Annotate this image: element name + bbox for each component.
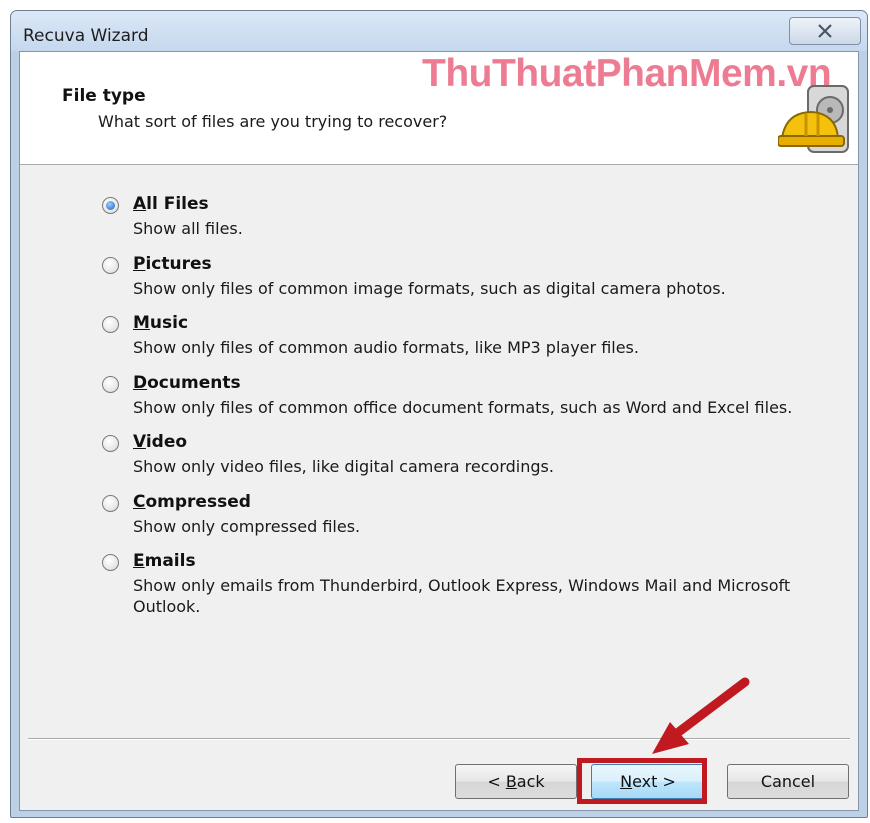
option-description: Show only files of common audio formats,… <box>133 338 639 357</box>
back-button[interactable]: < Back <box>455 764 577 799</box>
back-accel: B <box>505 772 517 791</box>
cancel-button[interactable]: Cancel <box>727 764 849 799</box>
option-label: Compressed <box>133 492 251 512</box>
back-prefix: < <box>487 772 506 791</box>
option-label-rest: ompressed <box>145 492 251 512</box>
option-label-rest: ll Files <box>146 194 209 214</box>
option-label-rest: ideo <box>145 432 188 452</box>
radio-button[interactable] <box>102 495 119 512</box>
title-bar: Recuva Wizard <box>11 11 867 51</box>
option-description: Show only emails from Thunderbird, Outlo… <box>133 576 791 616</box>
option-accel: M <box>133 313 150 333</box>
hard-drive-helmet-icon <box>778 85 849 153</box>
radio-button[interactable] <box>102 376 119 393</box>
option-description: Show only files of common office documen… <box>133 398 793 417</box>
radio-button[interactable] <box>102 554 119 571</box>
back-rest: ack <box>516 772 545 791</box>
radio-button[interactable] <box>102 316 119 333</box>
option-label-rest: ictures <box>145 254 212 274</box>
option-description: Show only compressed files. <box>133 517 361 536</box>
option-accel: A <box>133 194 147 214</box>
option-accel: E <box>133 551 145 571</box>
option-description: Show all files. <box>133 219 243 238</box>
radio-button[interactable] <box>102 435 119 452</box>
option-label: Documents <box>133 373 241 393</box>
cancel-label: Cancel <box>760 772 816 791</box>
option-accel: P <box>133 254 146 274</box>
page-subtitle: What sort of files are you trying to rec… <box>98 112 448 131</box>
wizard-header: ThuThuatPhanMem.vn File type What sort o… <box>20 52 858 165</box>
option-accel: D <box>133 373 148 393</box>
option-description: Show only video files, like digital came… <box>133 457 554 476</box>
option-label: Pictures <box>133 254 212 274</box>
separator <box>28 738 850 740</box>
option-description: Show only files of common image formats,… <box>133 279 726 298</box>
option-label: Video <box>133 432 187 452</box>
option-label: Music <box>133 313 188 333</box>
next-highlight-box <box>577 758 707 804</box>
page-title: File type <box>62 86 146 106</box>
option-accel: V <box>133 432 146 452</box>
close-button[interactable] <box>789 17 861 45</box>
recuva-wizard-window: Recuva Wizard ThuThuatPhanMem.vn File ty… <box>10 10 868 818</box>
window-title: Recuva Wizard <box>23 26 149 46</box>
watermark: ThuThuatPhanMem.vn <box>422 52 832 95</box>
radio-button[interactable] <box>102 197 119 214</box>
option-accel: C <box>133 492 146 512</box>
radio-button[interactable] <box>102 257 119 274</box>
option-label: Emails <box>133 551 196 571</box>
option-label-rest: mails <box>144 551 196 571</box>
option-label-rest: ocuments <box>147 373 241 393</box>
wizard-body: ThuThuatPhanMem.vn File type What sort o… <box>19 51 859 811</box>
option-label-rest: usic <box>149 313 189 333</box>
option-label: All Files <box>133 194 209 214</box>
close-icon <box>818 24 832 38</box>
